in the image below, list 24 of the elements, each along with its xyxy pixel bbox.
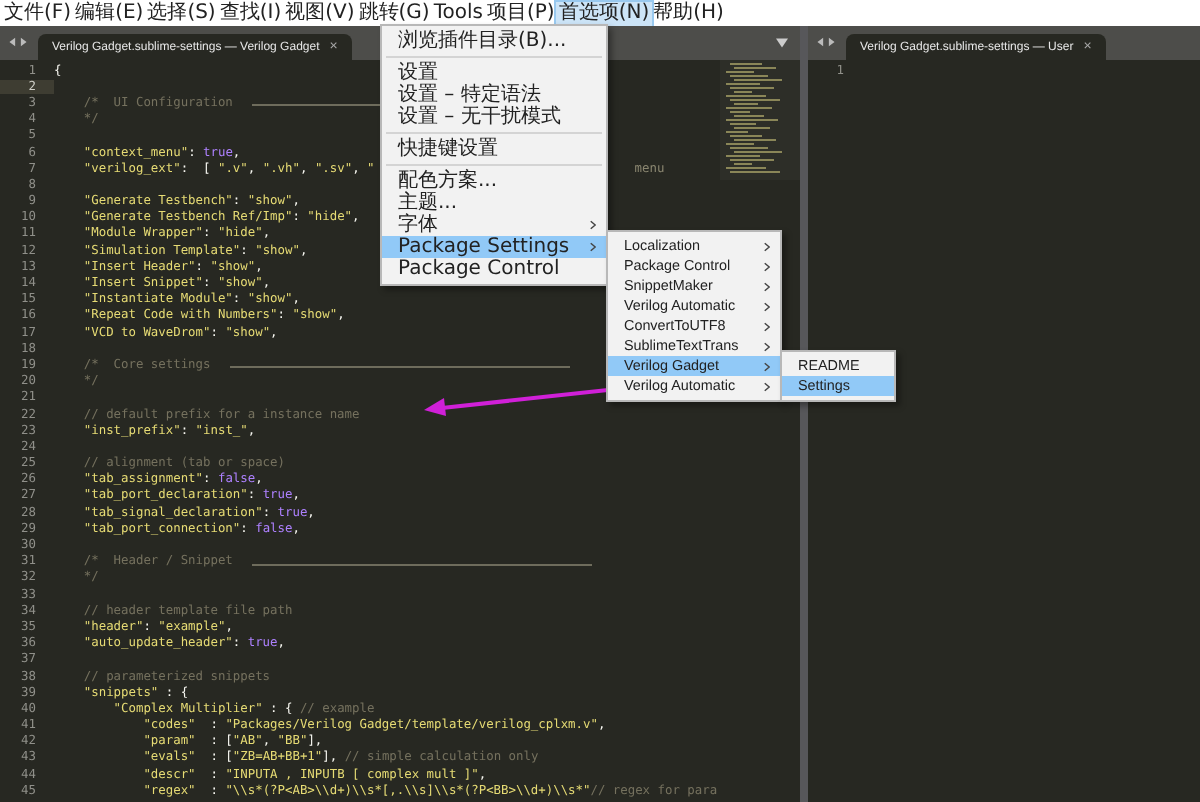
menu-item[interactable]: Package Settings (382, 236, 606, 258)
minimap-drawing[interactable] (720, 60, 800, 180)
tab-navigation-icon[interactable] (8, 36, 28, 48)
tab-list-icon[interactable] (776, 38, 788, 48)
menu-item[interactable]: 设置 – 特定语法 (382, 84, 606, 106)
menu-bar-item[interactable]: 帮助(H) (651, 1, 726, 25)
menu-bar-item[interactable]: 跳转(G) (356, 1, 432, 25)
menu-bar-item[interactable]: 视图(V) (283, 1, 357, 25)
menu-item[interactable]: 设置 – 无干扰模式 (382, 106, 606, 128)
menu-bar-item[interactable]: 查找(I) (217, 1, 284, 25)
menu-bar-item[interactable]: 选择(S) (145, 1, 218, 25)
menu-item[interactable]: 快捷键设置 (382, 138, 606, 160)
menu-item[interactable]: Package Control (382, 258, 606, 280)
menu-item[interactable]: 字体 (382, 214, 606, 236)
menu-item[interactable]: 配色方案... (382, 170, 606, 192)
menu-bar-item[interactable]: 编辑(E) (73, 1, 146, 25)
menu-bar-item[interactable]: 首选项(N) (556, 1, 652, 25)
tab-navigation-icon[interactable] (816, 36, 836, 48)
menu-bar-item[interactable]: 项目(P) (484, 1, 557, 25)
menu-item[interactable]: 主题... (382, 192, 606, 214)
menu-item[interactable]: 设置 (382, 62, 606, 84)
menu-item[interactable]: 浏览插件目录(B)... (382, 30, 606, 52)
menu-bar-item[interactable]: 文件(F) (2, 1, 74, 25)
menu-bar-item[interactable]: Tools (431, 1, 485, 25)
